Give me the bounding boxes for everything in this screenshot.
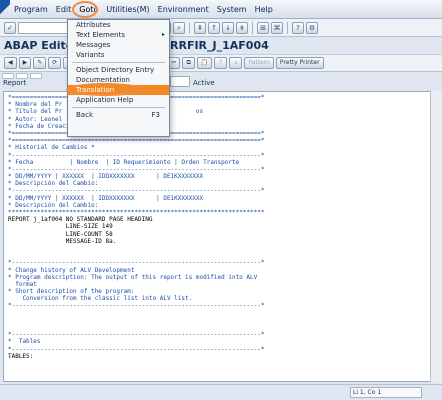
other-object-button[interactable]: ✎ bbox=[33, 57, 47, 69]
code-line: ****************************************… bbox=[8, 209, 265, 216]
code-line: LINE-SIZE 149 bbox=[8, 223, 113, 231]
paste-button[interactable]: 📋 bbox=[196, 57, 213, 69]
menu-item-object-directory-entry[interactable]: Object Directory Entry bbox=[68, 65, 169, 75]
code-line: REPORT j_1af004 NO STANDARD PAGE HEADING bbox=[8, 216, 153, 224]
menu-item-label: Text Elements bbox=[76, 31, 126, 39]
report-label: Report bbox=[3, 79, 27, 87]
code-line: *---------------------------------------… bbox=[8, 187, 265, 195]
menu-goto[interactable]: Goto bbox=[72, 0, 102, 19]
shortcut-icon[interactable]: ⌘ bbox=[271, 21, 283, 34]
submenu-arrow-icon: ▸ bbox=[161, 31, 165, 38]
menu-help[interactable]: Help bbox=[251, 0, 277, 19]
code-line: * Historial de Cambios * bbox=[8, 144, 95, 152]
download-button[interactable]: ⇣ bbox=[229, 57, 243, 69]
separator bbox=[252, 21, 253, 34]
copy-button[interactable]: ⧉ bbox=[182, 57, 195, 69]
status-bar: Li 1, Co 1 bbox=[0, 384, 442, 400]
code-line: * Change history of ALV Development bbox=[8, 266, 135, 274]
report-name-field[interactable] bbox=[170, 76, 190, 87]
sap-gui-window: Program Edit Goto Utilities(M) Environme… bbox=[0, 0, 442, 400]
code-line: *---------------------------------------… bbox=[8, 302, 265, 310]
menu-item-attributes[interactable]: Attributes bbox=[68, 20, 169, 30]
pretty-printer-button[interactable]: Pretty Printer bbox=[275, 57, 324, 69]
enter-icon[interactable]: ✓ bbox=[4, 21, 16, 34]
code-line: * Fecha | Nombre | ID Requerimiento | Or… bbox=[8, 158, 240, 166]
code-line: format bbox=[8, 280, 37, 288]
pattern-button[interactable]: Pattern bbox=[244, 57, 274, 69]
code-line: *=======================================… bbox=[8, 137, 265, 145]
sap-logo-icon bbox=[0, 0, 10, 19]
menu-item-label: Back bbox=[76, 111, 93, 119]
next-page-icon[interactable]: ↓ bbox=[222, 21, 234, 34]
help-icon[interactable]: ? bbox=[292, 21, 304, 34]
menu-separator bbox=[72, 62, 165, 63]
editor-scrollbar[interactable] bbox=[430, 91, 442, 382]
code-line: LINE-COUNT 58 bbox=[8, 230, 113, 238]
find-next-icon[interactable]: ⌕ bbox=[173, 21, 185, 34]
mini-icon[interactable] bbox=[30, 73, 42, 79]
code-line: *---------------------------------------… bbox=[8, 259, 265, 267]
code-line: * Short description of the program: bbox=[8, 288, 135, 296]
separator bbox=[287, 21, 288, 34]
code-line: Conversion from the classic list into AL… bbox=[8, 295, 193, 303]
menu-utilities[interactable]: Utilities(M) bbox=[102, 0, 153, 19]
menu-system[interactable]: System bbox=[213, 0, 251, 19]
code-line: * Program description: The output of thi… bbox=[8, 273, 258, 281]
report-active-status: Active bbox=[193, 79, 215, 87]
code-line: * Tables bbox=[8, 338, 41, 346]
shortcut-label: F3 bbox=[151, 111, 160, 119]
menu-item-variants[interactable]: Variants bbox=[68, 50, 169, 60]
code-line: *---------------------------------------… bbox=[8, 165, 265, 173]
code-line: * DD/MM/YYYY | XXXXXX | IDDXXXXXXX | DE1… bbox=[8, 194, 204, 202]
code-line: MESSAGE-ID 8a. bbox=[8, 237, 117, 245]
page-title-program: RRFIR_J_1AF004 bbox=[170, 39, 269, 52]
layout-icon[interactable]: ⚙ bbox=[306, 21, 318, 34]
code-line: *---------------------------------------… bbox=[8, 151, 265, 159]
code-line: * Descripción del Cambio: bbox=[8, 201, 99, 209]
prev-page-icon[interactable]: ↑ bbox=[208, 21, 220, 34]
goto-menu: Attributes Text Elements ▸ Messages Vari… bbox=[66, 19, 170, 137]
separator bbox=[189, 21, 190, 34]
code-line: TABLES: bbox=[8, 352, 34, 360]
menu-item-messages[interactable]: Messages bbox=[68, 40, 169, 50]
code-line: * Descripción del Cambio: bbox=[8, 180, 99, 188]
code-line: * DD/MM/YYYY | XXXXXX | IDDXXXXXXX | DE1… bbox=[8, 173, 204, 181]
menu-item-text-elements[interactable]: Text Elements ▸ bbox=[68, 30, 169, 40]
display-change-button[interactable]: ⟳ bbox=[48, 57, 62, 69]
forward-arrow-button[interactable]: ▶ bbox=[18, 57, 32, 69]
code-line: *---------------------------------------… bbox=[8, 331, 265, 339]
cursor-position: Li 1, Co 1 bbox=[350, 387, 422, 398]
first-page-icon[interactable]: ⇞ bbox=[194, 21, 206, 34]
menu-item-application-help[interactable]: Application Help bbox=[68, 95, 169, 105]
menu-environment[interactable]: Environment bbox=[154, 0, 213, 19]
menu-item-back[interactable]: Back F3 bbox=[68, 110, 169, 120]
menu-separator bbox=[72, 107, 165, 108]
code-line: *---------------------------------------… bbox=[8, 345, 265, 353]
menu-bar: Program Edit Goto Utilities(M) Environme… bbox=[0, 0, 442, 19]
upload-button[interactable]: ⇡ bbox=[214, 57, 228, 69]
last-page-icon[interactable]: ⇟ bbox=[236, 21, 248, 34]
menu-item-translation[interactable]: Translation bbox=[66, 83, 169, 96]
menu-program[interactable]: Program bbox=[10, 0, 52, 19]
new-session-icon[interactable]: ⊞ bbox=[257, 21, 269, 34]
highlight-circle bbox=[72, 0, 99, 18]
back-arrow-button[interactable]: ◀ bbox=[4, 57, 17, 69]
